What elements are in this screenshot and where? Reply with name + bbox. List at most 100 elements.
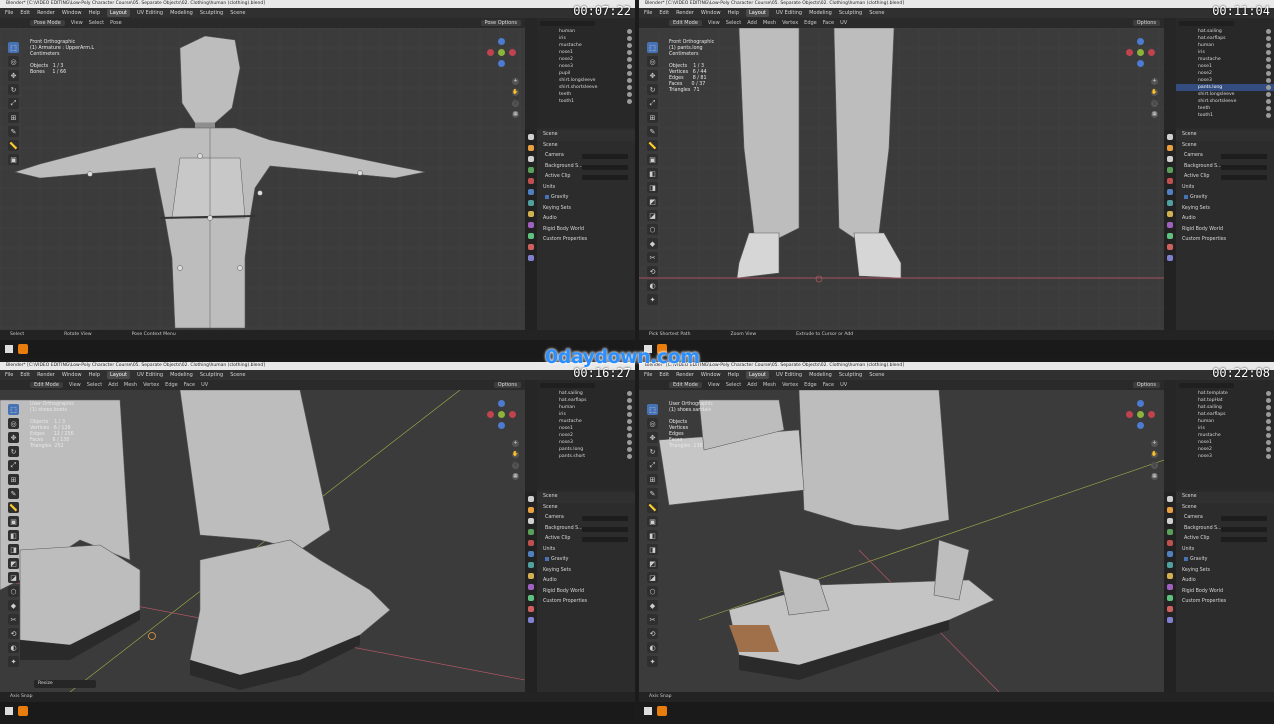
visibility-eye-icon[interactable] <box>1266 71 1271 76</box>
property-field[interactable] <box>1221 526 1267 532</box>
menu-item-sculpting[interactable]: Sculpting <box>200 10 223 16</box>
property-row[interactable]: Scene <box>1176 141 1274 152</box>
menu-item-file[interactable]: File <box>644 10 652 16</box>
property-row[interactable]: Background S... <box>537 162 635 173</box>
tool-button-icon[interactable]: ◆ <box>647 238 658 249</box>
property-field[interactable] <box>582 516 628 521</box>
visibility-eye-icon[interactable] <box>627 99 632 104</box>
outliner-item[interactable]: tooth1 <box>537 98 635 105</box>
gizmo-axis-icon[interactable] <box>1137 411 1144 418</box>
tool-button-icon[interactable]: ⤢ <box>647 460 658 471</box>
property-row[interactable]: Custom Properties <box>537 597 635 608</box>
tool-button-icon[interactable]: ⬚ <box>8 42 19 53</box>
property-row[interactable]: Keying Sets <box>537 204 635 215</box>
tool-button-icon[interactable]: ⤢ <box>647 98 658 109</box>
tool-button-icon[interactable]: ▣ <box>647 154 658 165</box>
blender-app-icon[interactable] <box>18 344 28 354</box>
outliner-item[interactable]: shirt.longsleeve <box>537 77 635 84</box>
viewport-menu-uv[interactable]: UV <box>840 20 847 26</box>
properties-tab-icon[interactable] <box>528 507 534 513</box>
property-field[interactable] <box>1221 516 1267 521</box>
visibility-eye-icon[interactable] <box>627 391 632 396</box>
menu-item-file[interactable]: File <box>5 10 13 16</box>
properties-tab-icon[interactable] <box>528 496 534 502</box>
viewport-menu-add[interactable]: Add <box>747 382 757 388</box>
tool-button-icon[interactable]: ⤢ <box>8 98 19 109</box>
gravity-checkbox[interactable] <box>545 556 549 561</box>
3d-viewport[interactable]: ⬚ ◎ ✥ ↻ ⤢ ⊞ ✎ 📏 ▣ ◧ ◨ ◩ ◪ ⬡ ◆ ✂ ⟲ ◐ ✦ User Orthographic (1)… <box>639 390 1164 692</box>
properties-tab-icon[interactable] <box>1167 573 1173 579</box>
blender-app-icon[interactable] <box>18 706 28 716</box>
viewport-menu-view[interactable]: View <box>71 20 83 26</box>
property-row[interactable]: Audio <box>1176 576 1274 587</box>
property-row[interactable]: Custom Properties <box>1176 235 1274 246</box>
tool-button-icon[interactable]: ✦ <box>647 656 658 667</box>
pan-icon[interactable]: ✋ <box>1151 89 1158 96</box>
tool-button-icon[interactable]: ⬡ <box>8 586 19 597</box>
tool-button-icon[interactable]: ⊞ <box>8 474 19 485</box>
operator-popup[interactable]: Resize <box>34 680 96 688</box>
outliner-item[interactable]: mustache <box>537 418 635 425</box>
tool-button-icon[interactable]: ◨ <box>647 544 658 555</box>
tool-button-icon[interactable]: ▣ <box>647 516 658 527</box>
zoom-icon[interactable]: + <box>512 440 519 447</box>
menu-item-file[interactable]: File <box>644 372 652 378</box>
properties-tab-icon[interactable] <box>528 167 534 173</box>
properties-tab-icon[interactable] <box>528 189 534 195</box>
property-row[interactable]: Camera <box>537 513 635 524</box>
properties-tab-icon[interactable] <box>1167 518 1173 524</box>
gravity-checkbox[interactable] <box>1184 556 1188 561</box>
grid-icon[interactable]: ▦ <box>512 111 519 118</box>
menu-item-window[interactable]: Window <box>701 10 721 16</box>
outliner-search-input[interactable] <box>1179 21 1234 26</box>
menu-item-sculpting[interactable]: Sculpting <box>839 10 862 16</box>
property-row[interactable]: Keying Sets <box>1176 204 1274 215</box>
menu-item-scene[interactable]: Scene <box>869 10 884 16</box>
property-row[interactable]: Custom Properties <box>537 235 635 246</box>
menu-item-modeling[interactable]: Modeling <box>170 10 193 16</box>
gizmo-axis-icon[interactable] <box>1137 422 1144 429</box>
tool-button-icon[interactable]: ◩ <box>647 558 658 569</box>
viewport-menu-view[interactable]: View <box>708 20 720 26</box>
properties-tab-icon[interactable] <box>1167 222 1173 228</box>
outliner-item[interactable]: nose1 <box>1176 439 1274 446</box>
tool-button-icon[interactable]: ⬚ <box>647 42 658 53</box>
property-row[interactable]: Audio <box>1176 214 1274 225</box>
navigation-gizmo-icon[interactable] <box>1126 400 1156 432</box>
tool-button-icon[interactable]: ⊞ <box>647 112 658 123</box>
property-row[interactable]: Camera <box>1176 151 1274 162</box>
properties-tab-icon[interactable] <box>1167 178 1173 184</box>
outliner-item[interactable]: hat.sailing <box>1176 28 1274 35</box>
grid-icon[interactable]: ▦ <box>1151 111 1158 118</box>
properties-tab-icon[interactable] <box>528 233 534 239</box>
grid-icon[interactable]: ▦ <box>1151 473 1158 480</box>
mode-dropdown[interactable]: Pose Mode <box>30 20 65 26</box>
tool-button-icon[interactable]: ◪ <box>647 210 658 221</box>
gizmo-axis-icon[interactable] <box>1137 60 1144 67</box>
property-field[interactable] <box>1221 175 1267 180</box>
visibility-eye-icon[interactable] <box>627 57 632 62</box>
property-row[interactable]: Camera <box>1176 513 1274 524</box>
visibility-eye-icon[interactable] <box>627 92 632 97</box>
tool-button-icon[interactable]: ▣ <box>8 516 19 527</box>
tool-button-icon[interactable]: ◩ <box>8 558 19 569</box>
properties-tab-icon[interactable] <box>1167 134 1173 140</box>
gizmo-axis-icon[interactable] <box>498 422 505 429</box>
properties-tab-icon[interactable] <box>528 518 534 524</box>
properties-tab-icon[interactable] <box>1167 145 1173 151</box>
viewport-menu-edge[interactable]: Edge <box>804 20 817 26</box>
property-row[interactable]: Gravity <box>1176 555 1274 566</box>
outliner-item[interactable]: iris <box>537 35 635 42</box>
outliner-item[interactable]: nose3 <box>537 63 635 70</box>
outliner-search-input[interactable] <box>540 21 595 26</box>
visibility-eye-icon[interactable] <box>627 43 632 48</box>
gravity-checkbox[interactable] <box>1184 194 1188 199</box>
menu-item-edit[interactable]: Edit <box>20 372 30 378</box>
property-row[interactable]: Audio <box>537 214 635 225</box>
property-row[interactable]: Background S... <box>1176 162 1274 173</box>
visibility-eye-icon[interactable] <box>627 78 632 83</box>
property-row[interactable]: Camera <box>537 151 635 162</box>
property-row[interactable]: Scene <box>537 141 635 152</box>
properties-tab-icon[interactable] <box>528 156 534 162</box>
tool-button-icon[interactable]: ↻ <box>8 446 19 457</box>
